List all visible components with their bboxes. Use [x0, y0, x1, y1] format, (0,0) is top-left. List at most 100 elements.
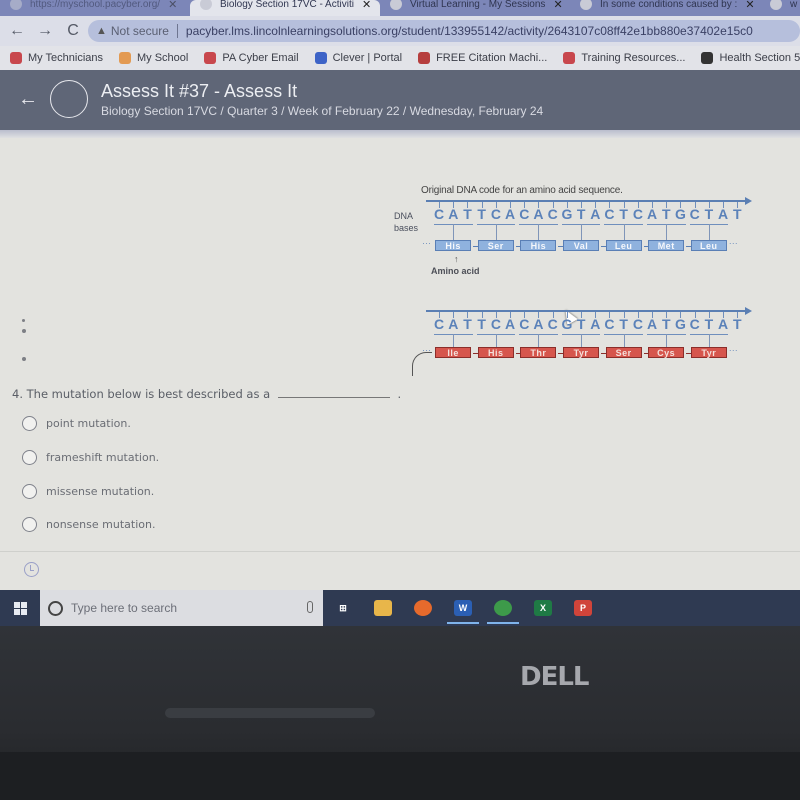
task-view-icon: ⊞	[334, 600, 352, 616]
bookmark-item[interactable]: Clever | Portal	[314, 52, 403, 64]
dna-base: A	[533, 206, 544, 222]
chain-continuation: ···	[728, 238, 738, 248]
option-label[interactable]: point mutation.	[46, 417, 131, 430]
browser-toolbar: ← → C ▲ Not secure pacyber.lms.lincolnle…	[0, 16, 800, 46]
amino-acid-box: Ile	[435, 347, 472, 358]
taskbar-firefox[interactable]	[403, 590, 443, 626]
dna-base: T	[619, 316, 628, 332]
option-frameshift-mutation[interactable]: frameshift mutation.	[22, 450, 159, 465]
browser-tab-strip: https://myschool.pacyber.org/ ✕ Biology …	[0, 0, 800, 16]
excel-icon: X	[534, 600, 552, 616]
dna-base: T	[662, 316, 671, 332]
curved-arrow-icon	[412, 352, 432, 376]
dna-base: C	[434, 206, 445, 222]
dna-base: T	[733, 206, 742, 222]
codon-link	[495, 334, 497, 347]
url-text[interactable]: pacyber.lms.lincolnlearningsolutions.org…	[186, 24, 753, 38]
dna-base: T	[576, 206, 586, 222]
microphone-icon[interactable]	[307, 601, 313, 613]
close-icon[interactable]: ✕	[553, 0, 562, 11]
start-button[interactable]	[0, 601, 40, 615]
security-label[interactable]: Not secure	[111, 24, 169, 38]
amino-acid-box: His	[477, 347, 514, 358]
dna-base: T	[576, 316, 586, 332]
amino-acid-box: His	[520, 240, 557, 251]
option-label[interactable]: nonsense mutation.	[46, 518, 155, 531]
bookmark-label[interactable]: My School	[137, 52, 188, 64]
taskbar-excel[interactable]: X	[523, 590, 563, 626]
dna-base: T	[463, 316, 472, 332]
bookmark-label[interactable]: FREE Citation Machi...	[436, 52, 547, 64]
bookmark-item[interactable]: My School	[119, 52, 188, 64]
option-label[interactable]: frameshift mutation.	[46, 451, 159, 464]
dot	[22, 329, 26, 333]
dna-strand-line	[426, 310, 747, 312]
warning-icon[interactable]: ▲	[96, 25, 107, 37]
amino-acid-box: Cys	[648, 347, 685, 358]
bookmark-item[interactable]: Health Section 5AC...	[701, 52, 800, 64]
close-icon[interactable]: ✕	[362, 0, 371, 11]
bases-label-text: bases	[394, 223, 419, 233]
dot	[22, 319, 25, 322]
radio-button[interactable]	[22, 517, 37, 532]
radio-button[interactable]	[22, 484, 37, 499]
bookmark-item[interactable]: FREE Citation Machi...	[418, 52, 547, 64]
radio-button[interactable]	[22, 416, 37, 431]
tab-label: w	[790, 0, 798, 10]
back-arrow-icon[interactable]: ←	[18, 88, 38, 111]
codon-link	[666, 334, 668, 347]
tab-google-search[interactable]: In some conditions caused by : ✕	[570, 0, 760, 16]
taskbar-search[interactable]: Type here to search	[40, 590, 323, 626]
bookmark-item[interactable]: PA Cyber Email	[204, 52, 299, 64]
amino-acid-box: Leu	[605, 240, 642, 251]
dna-label-text: DNA	[394, 211, 414, 221]
forward-icon[interactable]: →	[34, 22, 56, 40]
taskbar-task-view[interactable]: ⊞	[323, 590, 363, 626]
bookmark-item[interactable]: Training Resources...	[563, 52, 685, 64]
option-label[interactable]: missense mutation.	[46, 485, 154, 498]
bookmark-item[interactable]: My Technicians	[10, 52, 103, 64]
tab-label: https://myschool.pacyber.org/	[30, 0, 161, 10]
option-nonsense-mutation[interactable]: nonsense mutation.	[22, 517, 155, 532]
dna-base: C	[604, 206, 615, 222]
bookmark-label[interactable]: PA Cyber Email	[222, 52, 298, 64]
dna-base: A	[448, 206, 459, 222]
close-icon[interactable]: ✕	[168, 0, 177, 11]
taskbar-chrome[interactable]	[483, 590, 523, 626]
question-text: The mutation below is best described as …	[26, 387, 271, 401]
tab-myschool[interactable]: https://myschool.pacyber.org/ ✕	[0, 0, 190, 16]
bookmark-label[interactable]: Training Resources...	[581, 52, 685, 64]
dna-base: C	[434, 316, 445, 332]
codon-link	[581, 334, 582, 347]
reload-icon[interactable]: C	[62, 22, 84, 40]
dna-base: A	[505, 206, 516, 222]
search-placeholder[interactable]: Type here to search	[71, 601, 177, 615]
bookmark-label[interactable]: My Technicians	[28, 52, 103, 64]
address-bar[interactable]: ▲ Not secure pacyber.lms.lincolnlearning…	[88, 20, 800, 42]
dna-base: T	[463, 206, 472, 222]
taskbar-powerpoint[interactable]: P	[563, 590, 603, 626]
back-icon[interactable]: ←	[6, 22, 28, 40]
bookmark-label[interactable]: Clever | Portal	[333, 52, 403, 64]
file-explorer-icon	[374, 600, 392, 616]
amino-acid-pointer-icon: ↑	[454, 254, 459, 264]
radio-button[interactable]	[22, 450, 37, 465]
codon-link	[495, 224, 497, 240]
option-point-mutation[interactable]: point mutation.	[22, 416, 131, 431]
dna-base: T	[662, 206, 671, 222]
taskbar-word[interactable]: W	[443, 590, 483, 626]
tab-globe[interactable]: w	[760, 0, 800, 16]
dna-base: A	[718, 206, 729, 222]
clock-icon[interactable]	[24, 562, 39, 577]
option-missense-mutation[interactable]: missense mutation.	[22, 484, 154, 499]
codon-link	[708, 334, 710, 347]
pacyber-icon	[10, 0, 22, 10]
chain-continuation: ···	[422, 238, 431, 248]
laptop-hinge	[165, 708, 375, 718]
dna-base: G	[561, 206, 573, 222]
tab-biology-activities[interactable]: Biology Section 17VC - Activiti ✕	[190, 0, 380, 16]
bookmark-label[interactable]: Health Section 5AC...	[719, 52, 800, 64]
tab-virtual-learning[interactable]: Virtual Learning - My Sessions ✕	[380, 0, 570, 16]
close-icon[interactable]: ✕	[745, 0, 754, 11]
taskbar-file-explorer[interactable]	[363, 590, 403, 626]
